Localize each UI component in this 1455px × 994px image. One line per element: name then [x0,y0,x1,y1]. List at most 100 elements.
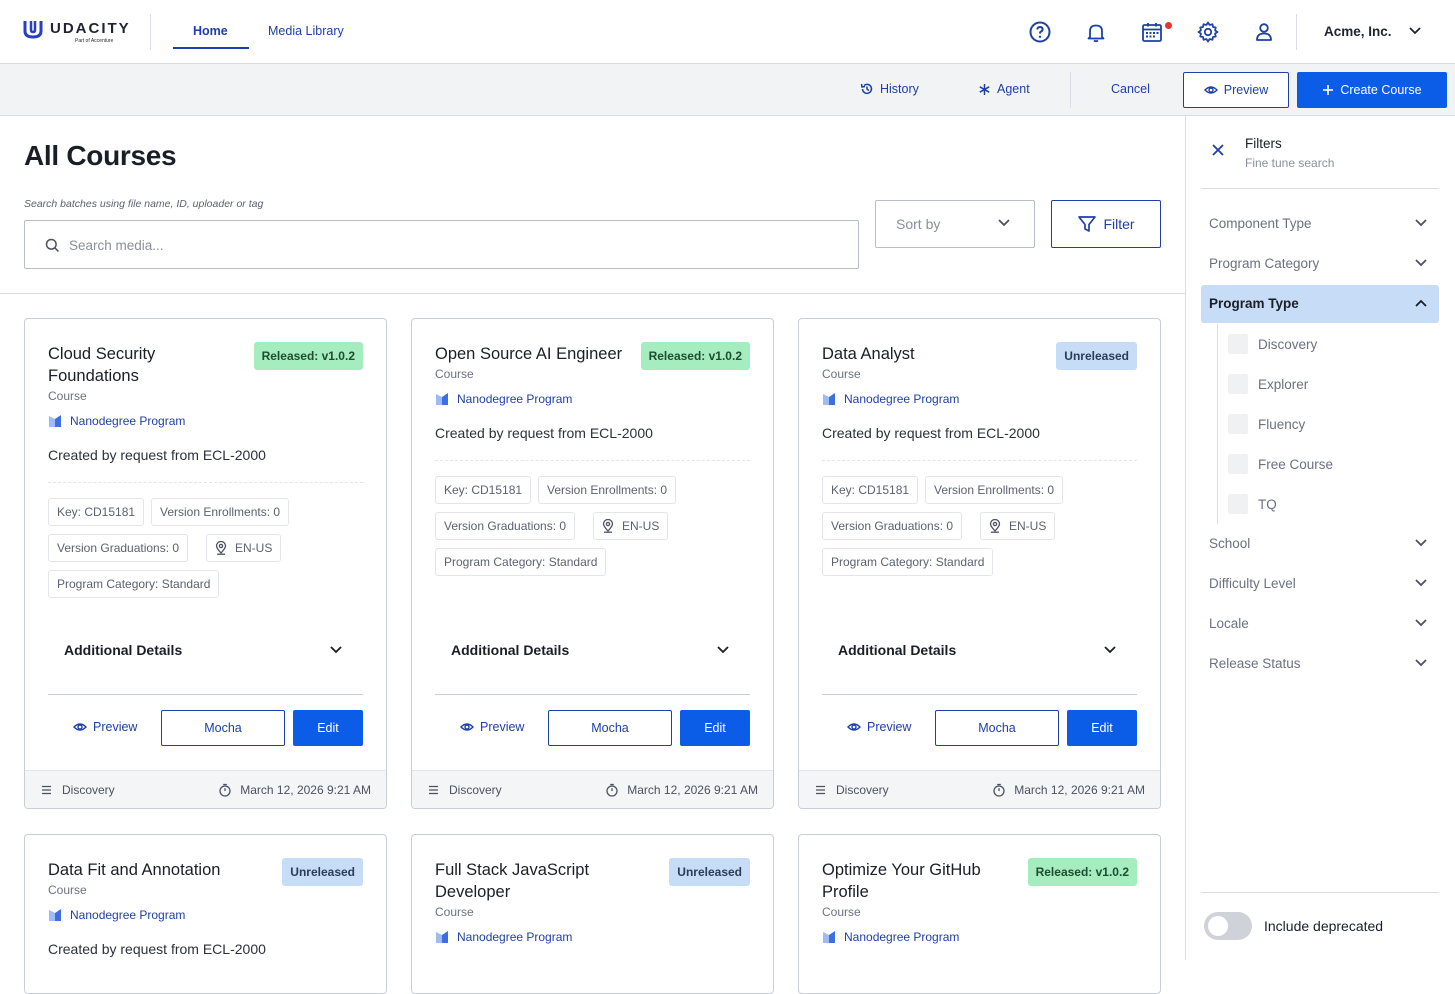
footer-category: Discovery [815,783,889,797]
chevron-down-icon[interactable] [717,646,729,654]
checkbox[interactable] [1228,494,1248,514]
program-link[interactable]: Nanodegree Program [822,392,959,406]
card-preview-button[interactable]: Preview [73,720,137,734]
additional-details-toggle[interactable]: Additional Details [838,642,956,658]
account-name[interactable]: Acme, Inc. [1324,24,1392,39]
tab-media-library[interactable]: Media Library [268,24,344,38]
include-deprecated-label: Include deprecated [1264,918,1384,934]
program-icon [436,393,448,405]
course-card[interactable]: Open Source AI Engineer Released: v1.0.2… [411,318,774,809]
program-link[interactable]: Nanodegree Program [822,930,959,944]
course-title: Data Analyst [822,345,915,363]
edit-button[interactable]: Edit [293,710,363,746]
create-course-button[interactable]: Create Course [1297,72,1447,108]
filter-group-difficulty-level[interactable]: Difficulty Level [1201,565,1439,603]
course-title: Open Source AI Engineer [435,345,623,363]
sort-by-placeholder: Sort by [896,216,941,232]
checkbox[interactable] [1228,374,1248,394]
sort-by-select[interactable]: Sort by [875,200,1035,248]
brand-name: UDACITY [50,20,131,37]
filter-option-free-course[interactable]: Free Course [1228,453,1333,475]
cancel-button[interactable]: Cancel [1111,82,1150,96]
filter-option-tq[interactable]: TQ [1228,493,1277,515]
edit-button[interactable]: Edit [1067,710,1137,746]
course-card[interactable]: Data Fit and Annotation Unreleased Cours… [24,834,387,994]
status-badge: Released: v1.0.2 [253,342,363,370]
filter-group-program-type[interactable]: Program Type [1201,285,1439,323]
course-card[interactable]: Data Analyst Unreleased Course Nanodegre… [798,318,1161,809]
mocha-button[interactable]: Mocha [548,710,672,746]
filter-group-program-category[interactable]: Program Category [1201,245,1439,283]
preview-button[interactable]: Preview [1183,72,1289,108]
status-badge: Unreleased [1056,342,1137,370]
checkbox[interactable] [1228,414,1248,434]
mocha-label: Mocha [591,721,629,735]
checkbox[interactable] [1228,454,1248,474]
additional-details-toggle[interactable]: Additional Details [64,642,182,658]
udacity-logo[interactable]: UDACITY Part of Accenture [22,18,142,48]
preview-label: Preview [867,720,912,734]
agent-button[interactable]: Agent [978,82,1030,96]
course-type: Course [48,883,87,897]
program-link[interactable]: Nanodegree Program [435,930,572,944]
location-pin-icon [215,541,227,555]
mocha-button[interactable]: Mocha [935,710,1059,746]
graduations-chip: Version Graduations: 0 [48,534,189,562]
preview-label: Preview [93,720,138,734]
chevron-down-icon [1415,539,1427,547]
gear-icon[interactable] [1196,20,1220,44]
filter-group-label: School [1209,536,1251,551]
chevron-down-icon[interactable] [1409,27,1421,35]
card-preview-button[interactable]: Preview [847,720,911,734]
course-description: Created by request from ECL-2000 [48,447,266,463]
checkbox[interactable] [1228,334,1248,354]
filter-group-locale[interactable]: Locale [1201,605,1439,643]
program-label: Nanodegree Program [70,908,186,922]
course-card[interactable]: Full Stack JavaScript Developer Unreleas… [411,834,774,994]
close-icon[interactable] [1212,144,1224,156]
include-deprecated-toggle[interactable] [1204,912,1252,940]
program-link[interactable]: Nanodegree Program [48,414,185,428]
create-course-label: Create Course [1340,83,1422,97]
user-icon[interactable] [1252,20,1276,44]
filter-group-release-status[interactable]: Release Status [1201,645,1439,683]
card-footer: Discovery March 12, 2026 9:21 AM [412,770,773,808]
help-circle-icon[interactable] [1028,20,1052,44]
bell-icon[interactable] [1084,20,1108,44]
filter-button[interactable]: Filter [1051,200,1161,248]
course-card[interactable]: Optimize Your GitHub Profile Released: v… [798,834,1161,994]
stopwatch-icon [993,783,1005,797]
filter-group-label: Difficulty Level [1209,576,1296,591]
edit-button[interactable]: Edit [680,710,750,746]
divider [822,460,1137,461]
filter-option-discovery[interactable]: Discovery [1228,333,1317,355]
filter-group-component-type[interactable]: Component Type [1201,205,1439,243]
card-preview-button[interactable]: Preview [460,720,524,734]
course-card[interactable]: Cloud Security Foundations Released: v1.… [24,318,387,809]
chevron-down-icon[interactable] [330,646,342,654]
search-input[interactable] [69,233,829,257]
program-link[interactable]: Nanodegree Program [48,908,185,922]
course-type: Course [822,367,861,381]
course-title: Cloud Security Foundations [48,345,156,385]
mocha-button[interactable]: Mocha [161,710,285,746]
tab-home[interactable]: Home [193,24,228,38]
filter-panel-subtitle: Fine tune search [1245,156,1335,170]
chevron-down-icon[interactable] [1104,646,1116,654]
filter-option-fluency[interactable]: Fluency [1228,413,1305,435]
calendar-icon[interactable] [1140,20,1164,44]
category-chip: Program Category: Standard [822,548,994,576]
enrollments-chip: Version Enrollments: 0 [538,476,677,504]
preview-label: Preview [1223,83,1269,97]
chevron-up-icon [1415,299,1427,307]
toggle-knob [1208,916,1228,936]
filter-option-explorer[interactable]: Explorer [1228,373,1308,395]
course-type: Course [822,905,861,919]
program-icon [49,415,61,427]
status-badge: Released: v1.0.2 [1027,858,1137,886]
program-link[interactable]: Nanodegree Program [435,392,572,406]
history-button[interactable]: History [860,82,919,96]
additional-details-toggle[interactable]: Additional Details [451,642,569,658]
filter-option-label: Free Course [1258,456,1334,472]
filter-group-school[interactable]: School [1201,525,1439,563]
